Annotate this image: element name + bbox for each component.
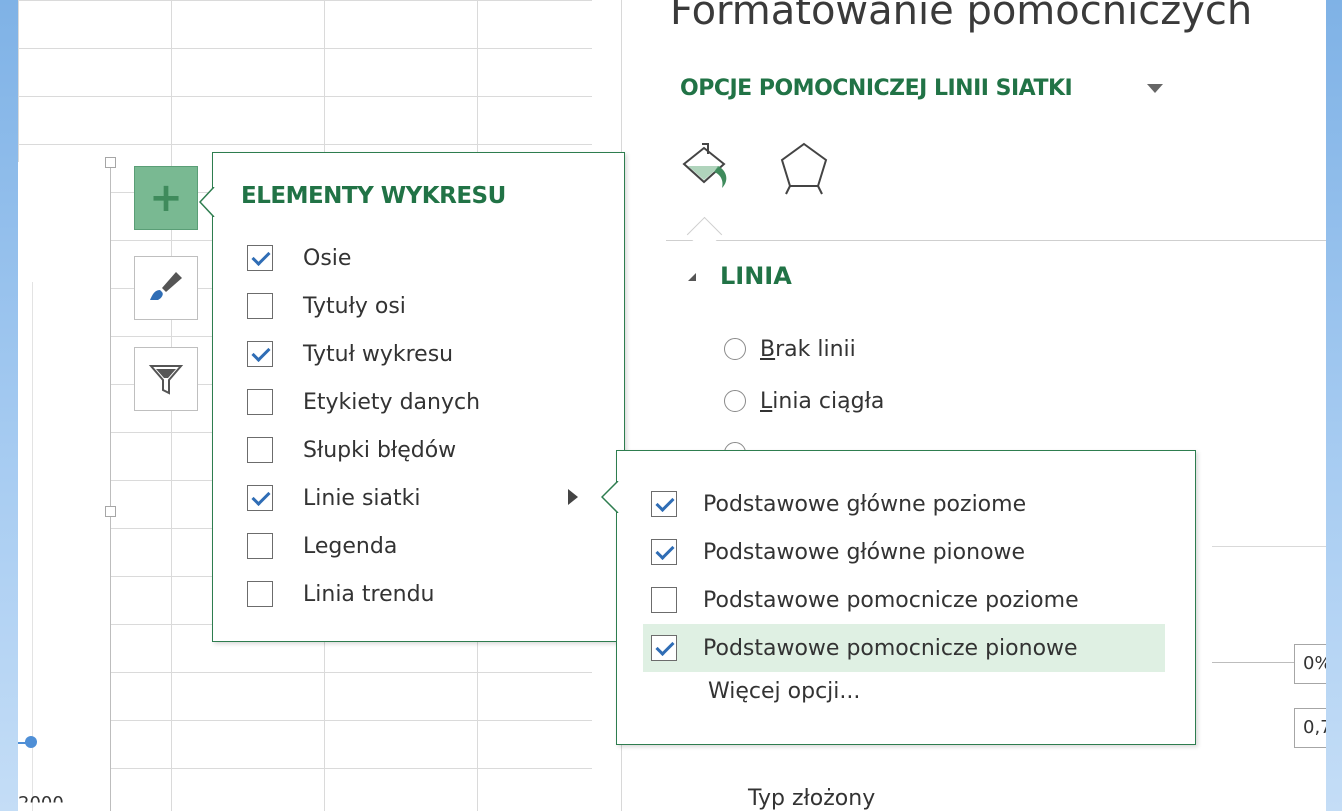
effects-icon[interactable]: [776, 140, 832, 196]
brush-icon: [150, 272, 182, 300]
fill-line-icon[interactable]: [678, 140, 734, 196]
checkbox[interactable]: [247, 581, 273, 607]
checkbox[interactable]: [247, 389, 273, 415]
flyout-title: ELEMENTY WYKRESU: [241, 183, 506, 209]
checkbox[interactable]: [247, 341, 273, 367]
gridlines-submenu: Podstawowe główne poziome Podstawowe głó…: [601, 450, 1196, 745]
submenu-arrow-icon[interactable]: [568, 489, 578, 505]
chart-filters-button[interactable]: [134, 347, 198, 411]
element-trendline[interactable]: Linia trendu: [247, 574, 434, 614]
checkbox[interactable]: [247, 245, 273, 271]
gridline-primary-minor-vertical[interactable]: Podstawowe pomocnicze pionowe: [643, 624, 1165, 672]
compound-type-label: Typ złożony: [748, 786, 876, 811]
section-linia[interactable]: LINIA: [720, 262, 792, 290]
element-gridlines[interactable]: Linie siatki: [247, 478, 421, 518]
chevron-down-icon[interactable]: [1147, 84, 1163, 93]
options-dropdown[interactable]: OPCJE POMOCNICZEJ LINII SIATKI: [680, 76, 1073, 101]
checkbox[interactable]: [247, 437, 273, 463]
flyout-pointer: [199, 187, 215, 217]
radio-solid-line[interactable]: Linia ciągła: [724, 386, 884, 416]
transparency-field[interactable]: 0%: [1294, 644, 1326, 684]
pane-title: Formatowanie pomocniczych: [670, 0, 1253, 34]
width-field[interactable]: 0,75: [1294, 708, 1326, 748]
element-axes[interactable]: Osie: [247, 238, 351, 278]
gridline-primary-minor-horizontal[interactable]: Podstawowe pomocnicze poziome: [643, 576, 1165, 624]
radio-button[interactable]: [724, 390, 746, 412]
chart-styles-button[interactable]: [134, 256, 198, 320]
filter-icon: [148, 365, 184, 395]
pane-divider: [1212, 546, 1326, 547]
element-legend[interactable]: Legenda: [247, 526, 397, 566]
checkbox[interactable]: [247, 293, 273, 319]
checkbox[interactable]: [651, 635, 677, 661]
chart-elements-flyout: ELEMENTY WYKRESU Osie Tytuły osi Tytuł w…: [199, 152, 625, 642]
series-point[interactable]: [25, 736, 37, 748]
plot-area[interactable]: [18, 282, 33, 811]
gridline-primary-major-vertical[interactable]: Podstawowe główne pionowe: [643, 528, 1165, 576]
element-axis-titles[interactable]: Tytuły osi: [247, 286, 406, 326]
element-error-bars[interactable]: Słupki błędów: [247, 430, 456, 470]
plus-icon: +: [149, 175, 183, 221]
collapse-triangle-icon[interactable]: [688, 273, 696, 281]
chart-elements-button[interactable]: +: [134, 166, 198, 230]
checkbox[interactable]: [247, 533, 273, 559]
radio-button[interactable]: [724, 338, 746, 360]
color-line: [1212, 662, 1296, 663]
submenu-pointer: [601, 481, 619, 513]
radio-no-line[interactable]: Brak linii: [724, 334, 856, 364]
checkbox[interactable]: [651, 491, 677, 517]
resize-handle-right[interactable]: [105, 506, 116, 517]
element-chart-title[interactable]: Tytuł wykresu: [247, 334, 453, 374]
tab-indicator: [686, 216, 723, 253]
checkbox[interactable]: [247, 485, 273, 511]
resize-handle-top-right[interactable]: [105, 157, 116, 168]
tab-separator: [666, 240, 1326, 241]
checkbox[interactable]: [651, 539, 677, 565]
chart-area[interactable]: [18, 162, 111, 811]
checkbox[interactable]: [651, 587, 677, 613]
more-options-link[interactable]: Więcej opcji...: [708, 679, 860, 704]
element-data-labels[interactable]: Etykiety danych: [247, 382, 480, 422]
gridline-primary-major-horizontal[interactable]: Podstawowe główne poziome: [643, 480, 1165, 528]
